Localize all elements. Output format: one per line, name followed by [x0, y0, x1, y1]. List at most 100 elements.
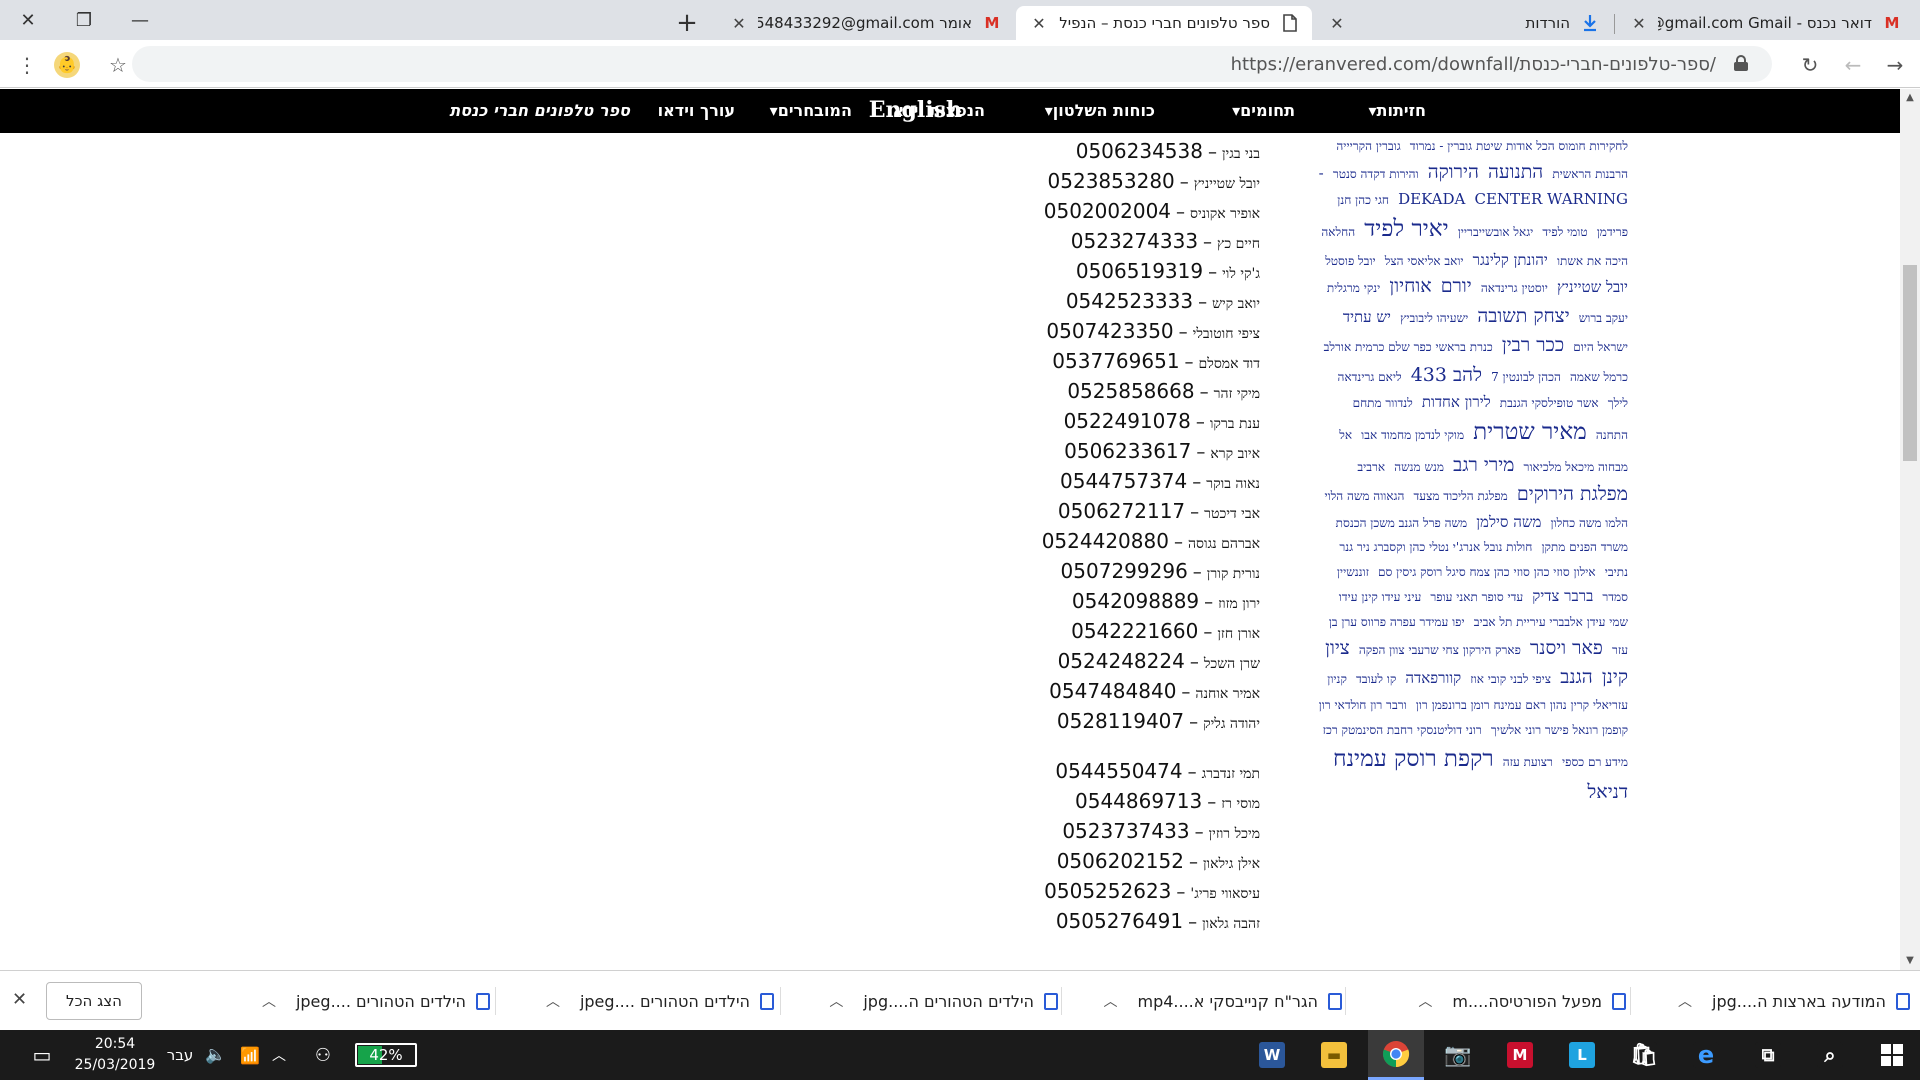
tag-link[interactable]: לירון אחדות [1422, 393, 1491, 411]
tab-downloads[interactable]: הורדות ✕ [1314, 6, 1612, 40]
forward-arrow-icon[interactable]: → [1880, 50, 1910, 80]
tag-link[interactable]: יוסטין גרינדאה [1481, 281, 1548, 295]
phone-number[interactable]: 0505252623 [1044, 879, 1171, 903]
nav-video-editor[interactable]: עורך וידאו [658, 101, 735, 120]
tag-link[interactable]: CENTER WARNING [1474, 190, 1628, 208]
taskbar-camera[interactable]: 📷 [1430, 1030, 1486, 1080]
tag-link[interactable]: מירי רגב [1453, 454, 1514, 476]
nav-fields[interactable]: תחומים▾ [1232, 101, 1295, 120]
tag-link[interactable]: ישראל היום [1573, 340, 1628, 354]
tag-link[interactable]: להב 433 [1411, 364, 1482, 386]
tag-link[interactable]: אילון סוזי כהן סוזי כהן צמח סיגל רוסק גי… [1378, 565, 1596, 579]
phone-number[interactable]: 0547484840 [1049, 679, 1176, 703]
phone-number[interactable]: 0524420880 [1042, 529, 1169, 553]
tag-link[interactable]: התחנה [1596, 428, 1628, 442]
phone-number[interactable]: 0506519319 [1076, 259, 1203, 283]
tab-phonebook[interactable]: ספר טלפונים חברי כנסת – הנפילה ✕ [1016, 6, 1312, 40]
battery-indicator[interactable]: 42% [355, 1043, 417, 1067]
taskbar-edge[interactable]: e [1678, 1030, 1734, 1080]
close-tab-icon[interactable]: ✕ [1628, 14, 1650, 33]
tab-gmail-inbox[interactable]: M דואר נכנס - Gmail ‏‎0@gmail.com ✕ [1616, 6, 1914, 40]
chevron-up-icon[interactable]: ︿ [1104, 991, 1118, 1011]
tag-link[interactable]: טומי לפיד [1542, 225, 1587, 239]
new-tab-button[interactable]: + [670, 6, 704, 40]
phone-number[interactable]: 0506233617 [1064, 439, 1191, 463]
taskbar-task-view[interactable]: ⧉ [1740, 1030, 1796, 1080]
tag-link[interactable]: לחקירות חומוס הכל אודות שיטת גוברין - נמ… [1410, 139, 1628, 153]
download-item[interactable]: המודעה בארצות ה....jpg ︿ [1640, 983, 1910, 1019]
phone-number[interactable]: 0542221660 [1071, 619, 1198, 643]
taskbar-chrome[interactable] [1368, 1030, 1424, 1080]
tag-link[interactable]: הירוקה [1428, 161, 1479, 183]
tag-link[interactable]: מוקי לנדמן מחמוד אבו [1361, 428, 1464, 442]
tag-link[interactable]: ככר רבין [1502, 334, 1564, 356]
download-item[interactable]: הילדים הטהורים ....jpeg ︿ [504, 983, 774, 1019]
close-tab-icon[interactable]: ✕ [1028, 14, 1050, 33]
volume-icon[interactable]: 🔈 [202, 1030, 230, 1080]
phone-number[interactable]: 0544550474 [1055, 759, 1182, 783]
people-icon[interactable]: ⚇ [308, 1030, 338, 1080]
chevron-up-icon[interactable]: ︿ [546, 991, 560, 1011]
taskbar-file-explorer[interactable]: ▬ [1306, 1030, 1362, 1080]
tag-link[interactable]: פארק הירקון צחי שרעבי צוון הפקה [1359, 643, 1521, 657]
tag-link[interactable]: מפלגת הירוקים [1517, 483, 1628, 505]
tag-link[interactable]: יהונתן קלינגר [1473, 251, 1548, 269]
chevron-up-icon[interactable]: ︿ [262, 991, 276, 1011]
tag-link[interactable]: יש עתיד [1343, 308, 1391, 326]
tag-link[interactable]: ציפי לבני קובי אוז [1470, 672, 1551, 686]
tag-link[interactable]: מפלגת הליכוד מצעד [1414, 489, 1508, 503]
taskbar-word[interactable]: W [1244, 1030, 1300, 1080]
tag-link[interactable]: יצחק תשובה [1477, 305, 1569, 327]
tag-link[interactable]: יואב אליאסי הצל [1385, 254, 1464, 268]
phone-number[interactable]: 0506234538 [1076, 139, 1203, 163]
tag-link[interactable]: מאיר שטרית [1473, 419, 1587, 445]
nav-government-powers[interactable]: כוחות השלטון▾ [1045, 101, 1155, 120]
phone-number[interactable]: 0542523333 [1066, 289, 1193, 313]
phone-number[interactable]: 0523737433 [1062, 819, 1189, 843]
phone-number[interactable]: 0544869713 [1075, 789, 1202, 813]
start-button[interactable] [1864, 1030, 1920, 1080]
download-item[interactable]: הילדים הטהורים ....jpeg ︿ [220, 983, 490, 1019]
tag-link[interactable]: קוורפאדה [1405, 669, 1461, 687]
tag-link[interactable]: התנועה [1488, 161, 1543, 183]
tag-link[interactable]: פאר ויסנר [1530, 637, 1603, 659]
tag-link[interactable]: אשר טופילסקי הגנבת [1500, 396, 1599, 410]
bookmark-star-icon[interactable]: ☆ [103, 50, 133, 80]
url-text[interactable]: https://eranvered.com/downfall/ספר-טלפונ… [1231, 54, 1716, 75]
tag-link[interactable]: רצועת עזה [1503, 755, 1553, 769]
scroll-down-arrow-icon[interactable]: ▼ [1900, 952, 1920, 970]
scrollbar-thumb[interactable] [1903, 265, 1917, 461]
taskbar-search[interactable]: ⌕ [1802, 1030, 1858, 1080]
chevron-up-icon[interactable]: ︿ [1418, 991, 1432, 1011]
tag-link[interactable]: יובל פוסטל [1325, 254, 1375, 268]
chevron-up-icon[interactable]: ︿ [1678, 991, 1692, 1011]
tray-chevron-up-icon[interactable]: ︿ [266, 1030, 292, 1080]
tag-link[interactable]: לנדוור מתחם [1353, 396, 1413, 410]
tag-link[interactable]: רקפת רוסק עמינח [1333, 746, 1494, 772]
phone-number[interactable]: 0507423350 [1046, 319, 1173, 343]
download-item[interactable]: הילדים הטהורים ה....jpg ︿ [788, 983, 1058, 1019]
phone-number[interactable]: 0537769651 [1052, 349, 1179, 373]
close-window-button[interactable]: ✕ [0, 0, 56, 40]
phone-number[interactable]: 0523274333 [1071, 229, 1198, 253]
tag-link[interactable]: ברבר צדיק [1532, 587, 1593, 605]
nav-featured[interactable]: המובחרים▾ [770, 101, 852, 120]
phone-number[interactable]: 0525858668 [1067, 379, 1194, 403]
chevron-up-icon[interactable]: ︿ [829, 991, 843, 1011]
nav-mk-phonebook[interactable]: ספר טלפונים חברי כנסת [449, 101, 630, 120]
phone-number[interactable]: 0544757374 [1060, 469, 1187, 493]
tag-link[interactable]: ארביב [1357, 460, 1385, 474]
tag-link[interactable]: והירות דקדה סנטר [1333, 167, 1419, 181]
phone-number[interactable]: 0506272117 [1058, 499, 1185, 523]
tag-link[interactable]: יאיר לפיד [1364, 216, 1448, 242]
tag-link[interactable]: יובל שטייניץ [1557, 278, 1628, 296]
phone-number[interactable]: 0505276491 [1056, 909, 1183, 933]
menu-dots-icon[interactable]: ⋮ [12, 50, 42, 80]
phone-number[interactable]: 0502002004 [1044, 199, 1171, 223]
taskbar-store[interactable]: 🛍 [1616, 1030, 1672, 1080]
action-center-icon[interactable]: ▭ [22, 1030, 62, 1080]
tag-link[interactable]: הכהן לבונטין 7 [1491, 370, 1561, 384]
nav-english[interactable]: English [869, 97, 962, 123]
tag-link[interactable]: יגאל אובשייבריין [1458, 225, 1534, 239]
wifi-icon[interactable]: 📶 [236, 1030, 264, 1080]
